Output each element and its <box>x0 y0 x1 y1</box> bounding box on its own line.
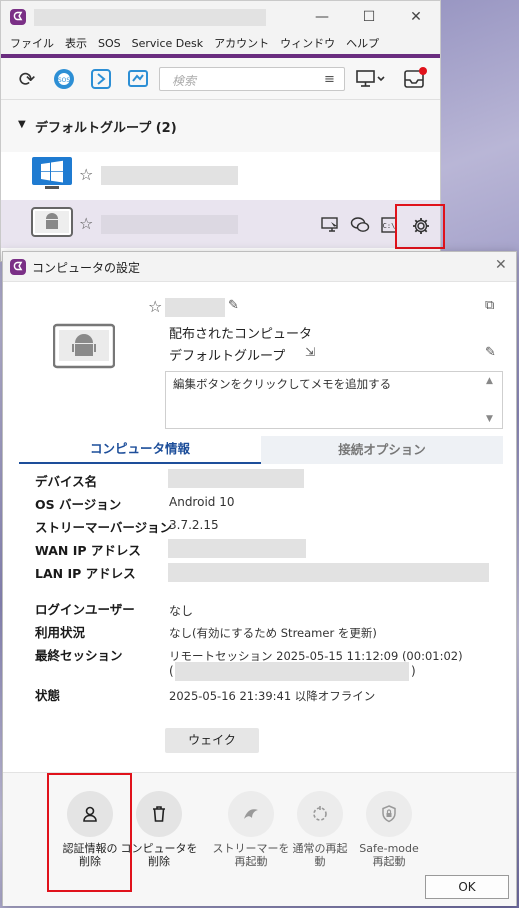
display-icon[interactable] <box>356 69 386 89</box>
menu-help[interactable]: ヘルプ <box>346 34 379 54</box>
edit-group-icon[interactable]: ✎ <box>485 345 496 360</box>
computer-name-redacted <box>101 166 238 185</box>
restart-icon <box>297 791 343 837</box>
menu-file[interactable]: ファイル <box>10 34 54 54</box>
footer-label: 再起動 <box>234 855 268 868</box>
scroll-up-icon[interactable]: ▲ <box>486 376 493 386</box>
streamer-icon <box>228 791 274 837</box>
close-button[interactable]: ✕ <box>405 7 427 27</box>
safe-mode-restart-button[interactable]: Safe-mode 再起動 <box>349 791 429 868</box>
tab-computer-info[interactable]: コンピュータ情報 <box>19 436 261 464</box>
collapse-arrow-icon[interactable]: ▼ <box>18 119 26 130</box>
refresh-icon[interactable]: ⟳ <box>15 67 39 91</box>
filter-icon[interactable]: ≡ <box>324 72 335 87</box>
group-name[interactable]: デフォルトグループ (2) <box>35 117 177 136</box>
footer-label: Safe-mode <box>359 842 419 855</box>
last-session-label: 最終セッション <box>35 648 123 663</box>
inbox-icon[interactable] <box>403 65 429 91</box>
menu-service-desk[interactable]: Service Desk <box>132 34 204 54</box>
device-name-redacted <box>168 469 304 488</box>
minimize-button[interactable]: — <box>311 7 333 27</box>
dialog-title-bar: ᗧ コンピュータの設定 ✕ <box>3 252 516 282</box>
tab-bar: コンピュータ情報 接続オプション <box>19 436 503 464</box>
popout-icon[interactable]: ⧉ <box>485 298 494 313</box>
chat-icon[interactable] <box>350 216 370 234</box>
wan-label: WAN IP アドレス <box>35 543 141 558</box>
restart-streamer-button[interactable]: ストリーマーを 再起動 <box>211 791 291 868</box>
login-value: なし <box>169 604 194 618</box>
maximize-button[interactable]: ☐ <box>358 7 380 27</box>
group-label: デフォルトグループ <box>169 349 286 364</box>
scroll-down-icon[interactable]: ▼ <box>486 414 493 424</box>
edit-name-icon[interactable]: ✎ <box>228 298 239 313</box>
dialog-close-button[interactable]: ✕ <box>495 257 507 273</box>
remote-control-icon[interactable] <box>321 217 339 233</box>
window-title-redacted <box>34 9 266 26</box>
app-logo-icon: ᗧ <box>10 9 26 25</box>
menu-view[interactable]: 表示 <box>65 34 87 54</box>
app-logo-icon: ᗧ <box>10 259 26 275</box>
usage-label: 利用状況 <box>35 625 86 640</box>
computer-settings-dialog: ᗧ コンピュータの設定 ✕ ☆ ✎ ⧉ 配布されたコンピュータ デフォルトグルー… <box>2 251 517 906</box>
streamer-label: ストリーマーバージョン <box>35 520 173 535</box>
memo-field[interactable]: 編集ボタンをクリックしてメモを追加する ▲ ▼ <box>165 371 503 429</box>
svg-text:C:\: C:\ <box>383 222 396 230</box>
tab-connection-options[interactable]: 接続オプション <box>261 436 503 464</box>
status-label: 状態 <box>35 688 61 703</box>
presentation-icon[interactable] <box>126 67 150 91</box>
streamer-value: 3.7.2.15 <box>169 518 219 532</box>
search-input[interactable]: 検索 ≡ <box>159 67 345 91</box>
wan-redacted <box>168 539 306 558</box>
os-label: OS バージョン <box>35 497 122 512</box>
last-session-paren-close: ) <box>411 664 416 678</box>
wake-button[interactable]: ウェイク <box>165 728 259 753</box>
star-icon[interactable]: ☆ <box>148 297 162 316</box>
normal-restart-button[interactable]: 通常の再起 動 <box>280 791 360 868</box>
computer-name-redacted <box>101 215 238 234</box>
footer-label: ストリーマーを <box>212 842 290 855</box>
menu-account[interactable]: アカウント <box>214 34 269 54</box>
title-bar: ᗧ — ☐ ✕ <box>1 1 440 34</box>
shield-lock-icon <box>366 791 412 837</box>
footer-label: 動 <box>314 855 326 868</box>
os-value: Android 10 <box>169 495 235 509</box>
computer-name-redacted <box>165 298 225 317</box>
main-window: ᗧ — ☐ ✕ ファイル 表示 SOS Service Desk アカウント ウ… <box>0 0 445 262</box>
lan-redacted <box>168 563 489 582</box>
menu-window[interactable]: ウィンドウ <box>280 34 335 54</box>
dialog-title: コンピュータの設定 <box>32 261 141 275</box>
status-value: 2025-05-16 21:39:41 以降オフライン <box>169 689 376 703</box>
windows-computer-icon <box>31 156 73 192</box>
menu-sos[interactable]: SOS <box>98 34 121 54</box>
last-session-paren-open: ( <box>169 664 174 678</box>
login-label: ログインユーザー <box>35 602 135 617</box>
footer-label: 通常の再起 <box>292 842 348 855</box>
star-icon[interactable]: ☆ <box>79 165 93 184</box>
sos-icon[interactable]: SOS <box>52 67 76 91</box>
lan-label: LAN IP アドレス <box>35 566 136 581</box>
svg-text:SOS: SOS <box>58 77 71 84</box>
device-name-label: デバイス名 <box>35 474 98 489</box>
star-icon[interactable]: ☆ <box>79 214 93 233</box>
trash-icon <box>136 791 182 837</box>
usage-value: なし(有効にするため Streamer を更新) <box>169 626 377 640</box>
ok-button[interactable]: OK <box>425 875 509 899</box>
group-link-icon[interactable]: ⇲ <box>305 345 315 359</box>
android-computer-icon <box>31 206 73 242</box>
menu-bar: ファイル 表示 SOS Service Desk アカウント ウィンドウ ヘルプ <box>1 34 440 54</box>
footer-label: 再起動 <box>372 855 406 868</box>
android-device-icon <box>52 322 116 370</box>
service-desk-icon[interactable] <box>89 67 113 91</box>
computer-type: 配布されたコンピュータ <box>169 327 313 342</box>
session-detail-redacted <box>175 662 409 681</box>
highlight-box <box>395 204 445 249</box>
highlight-box <box>47 773 132 892</box>
